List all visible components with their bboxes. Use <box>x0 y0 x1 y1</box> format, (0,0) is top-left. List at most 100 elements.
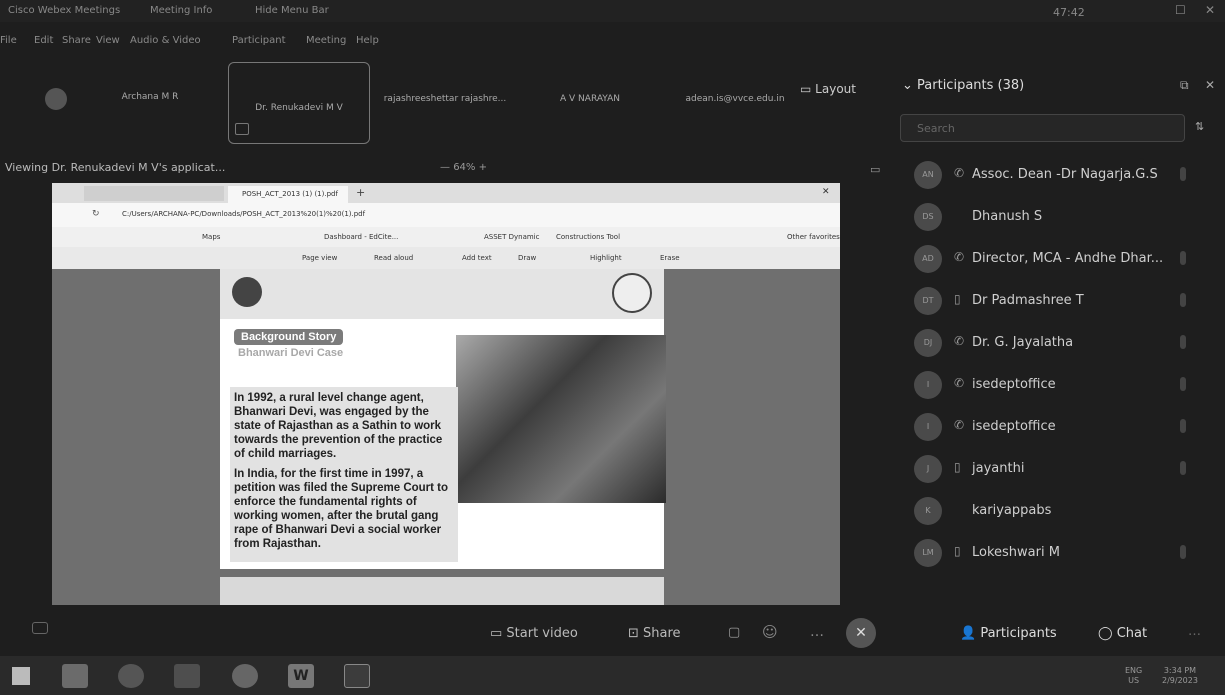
video-tile-name: A V NARAYAN <box>560 94 620 104</box>
video-tile[interactable]: A V NARAYAN <box>535 72 645 134</box>
clock-time: 3:34 PM <box>1163 666 1197 675</box>
participant-search-input[interactable]: Search <box>900 114 1185 142</box>
browser-tab[interactable] <box>84 186 224 201</box>
file-explorer-icon[interactable] <box>62 664 88 688</box>
bhanwari-devi-photo <box>456 335 666 503</box>
chat-button[interactable]: ◯ Chat <box>1098 626 1147 641</box>
video-tile-name: Archana M R <box>121 92 179 102</box>
video-tile[interactable]: Archana M R <box>100 72 200 134</box>
sort-icon[interactable]: ⇅ <box>1195 120 1204 133</box>
meeting-timer: 47:42 <box>1053 6 1085 19</box>
participants-button[interactable]: 👤 Participants <box>960 626 1057 641</box>
participants-panel: ⌄ Participants (38) ⧉ ✕ Search ⇅ AN ✆ As… <box>890 62 1225 617</box>
favorite-link[interactable]: Maps <box>202 233 220 241</box>
participant-row[interactable]: K kariyappabs <box>890 490 1225 532</box>
maximize-icon[interactable]: ☐ <box>1175 3 1186 17</box>
recorder-icon[interactable]: ▢ <box>728 625 740 640</box>
draw-button[interactable]: Draw <box>518 254 536 262</box>
menu-help[interactable]: Help <box>356 35 379 46</box>
device-icon: ▯ <box>954 460 961 474</box>
browser-tab-active[interactable]: POSH_ACT_2013 (1) (1).pdf <box>228 186 348 203</box>
participant-row[interactable]: AN ✆ Assoc. Dean -Dr Nagarja.G.S <box>890 154 1225 196</box>
participant-row[interactable]: I ✆ isedeptoffice <box>890 406 1225 448</box>
hide-menu-button[interactable]: Hide Menu Bar <box>255 5 329 16</box>
mic-icon[interactable] <box>1180 251 1186 265</box>
device-icon: ▯ <box>954 292 961 306</box>
participants-title: Participants (38) <box>917 78 1025 93</box>
word-icon[interactable]: W <box>288 664 314 688</box>
close-window-icon[interactable]: ✕ <box>1205 3 1215 17</box>
participant-row[interactable]: J ▯ jayanthi <box>890 448 1225 490</box>
mic-icon[interactable] <box>1180 419 1186 433</box>
avatar: AN <box>914 161 942 189</box>
clock[interactable]: 3:34 PM 2/9/2023 <box>1162 666 1198 686</box>
participant-row[interactable]: DS Dhanush S <box>890 196 1225 238</box>
mic-icon[interactable] <box>1180 335 1186 349</box>
avatar: AD <box>914 245 942 273</box>
layout-button[interactable]: ▭ Layout <box>800 82 856 96</box>
menu-view[interactable]: View <box>96 35 120 46</box>
menu-share[interactable]: Share <box>62 35 91 46</box>
annotate-icon[interactable]: ▭ <box>870 163 880 176</box>
video-tile[interactable]: rajashreeshettar rajashre... <box>380 72 510 134</box>
participant-name: Assoc. Dean -Dr Nagarja.G.S <box>972 167 1158 182</box>
url-field[interactable]: C:/Users/ARCHANA-PC/Downloads/POSH_ACT_2… <box>122 210 365 218</box>
popout-icon[interactable]: ⧉ <box>1180 78 1189 93</box>
meeting-info-button[interactable]: Meeting Info <box>150 5 212 16</box>
caption-icon[interactable] <box>32 622 48 634</box>
participant-row[interactable]: DJ ✆ Dr. G. Jayalatha <box>890 322 1225 364</box>
more-options-icon[interactable]: … <box>810 624 824 640</box>
layout-label: Layout <box>815 82 856 96</box>
highlight-button[interactable]: Highlight <box>590 254 622 262</box>
zoom-control[interactable]: — 64% + <box>440 162 487 173</box>
video-tile[interactable]: adean.is@vvce.edu.in <box>675 72 795 134</box>
participant-name: Director, MCA - Andhe Dhar... <box>972 251 1164 266</box>
zoom-out-icon[interactable]: — <box>440 162 450 173</box>
menu-edit[interactable]: Edit <box>34 35 53 46</box>
new-tab-icon[interactable]: + <box>356 186 365 199</box>
chrome-icon[interactable] <box>232 664 258 688</box>
phone-icon: ✆ <box>954 376 965 390</box>
reactions-icon[interactable]: ☺ <box>762 623 778 641</box>
refresh-icon[interactable]: ↻ <box>92 209 100 219</box>
avatar: DT <box>914 287 942 315</box>
favorite-link[interactable]: Other favorites <box>787 233 840 241</box>
zoom-in-icon[interactable]: + <box>479 162 487 173</box>
menu-meeting[interactable]: Meeting <box>306 35 346 46</box>
start-video-button[interactable]: ▭ Start video <box>490 626 578 641</box>
share-button[interactable]: ⊡ Share <box>628 626 681 641</box>
participant-row[interactable]: I ✆ isedeptoffice <box>890 364 1225 406</box>
page-view-button[interactable]: Page view <box>302 254 337 262</box>
participant-row[interactable]: DT ▯ Dr Padmashree T <box>890 280 1225 322</box>
close-panel-icon[interactable]: ✕ <box>1205 78 1215 92</box>
erase-button[interactable]: Erase <box>660 254 680 262</box>
menu-file[interactable]: File <box>0 35 17 46</box>
chat-label: Chat <box>1116 626 1148 641</box>
menu-participant[interactable]: Participant <box>232 35 286 46</box>
participant-row[interactable]: AD ✆ Director, MCA - Andhe Dhar... <box>890 238 1225 280</box>
webex-icon[interactable] <box>344 664 370 688</box>
more-panels-icon[interactable]: … <box>1188 624 1201 639</box>
language-indicator[interactable]: ENG US <box>1125 666 1142 686</box>
participant-row[interactable]: LM ▯ Lokeshwari M <box>890 532 1225 574</box>
mic-icon[interactable] <box>1180 461 1186 475</box>
share-icon: ⊡ <box>628 626 644 641</box>
video-tile-active[interactable]: Dr. Renukadevi M V <box>228 62 370 144</box>
menu-audio-video[interactable]: Audio & Video <box>130 35 201 46</box>
favorite-link[interactable]: ASSET Dynamic <box>484 233 539 241</box>
add-text-button[interactable]: Add text <box>462 254 492 262</box>
browser-icon[interactable] <box>118 664 144 688</box>
paint-icon[interactable] <box>174 664 200 688</box>
windows-taskbar: W ENG US 3:34 PM 2/9/2023 <box>0 656 1225 695</box>
mic-icon[interactable] <box>1180 377 1186 391</box>
read-aloud-button[interactable]: Read aloud <box>374 254 413 262</box>
start-icon[interactable] <box>12 667 30 685</box>
favorite-link[interactable]: Dashboard - EdCite... <box>324 233 398 241</box>
mic-icon[interactable] <box>1180 167 1186 181</box>
browser-close-icon[interactable]: ✕ <box>822 187 830 197</box>
mic-icon[interactable] <box>1180 545 1186 559</box>
leave-meeting-button[interactable]: ✕ <box>846 618 876 648</box>
favorite-link[interactable]: Constructions Tool <box>556 233 620 241</box>
mic-icon[interactable] <box>1180 293 1186 307</box>
participants-header[interactable]: ⌄ Participants (38) <box>902 78 1024 93</box>
